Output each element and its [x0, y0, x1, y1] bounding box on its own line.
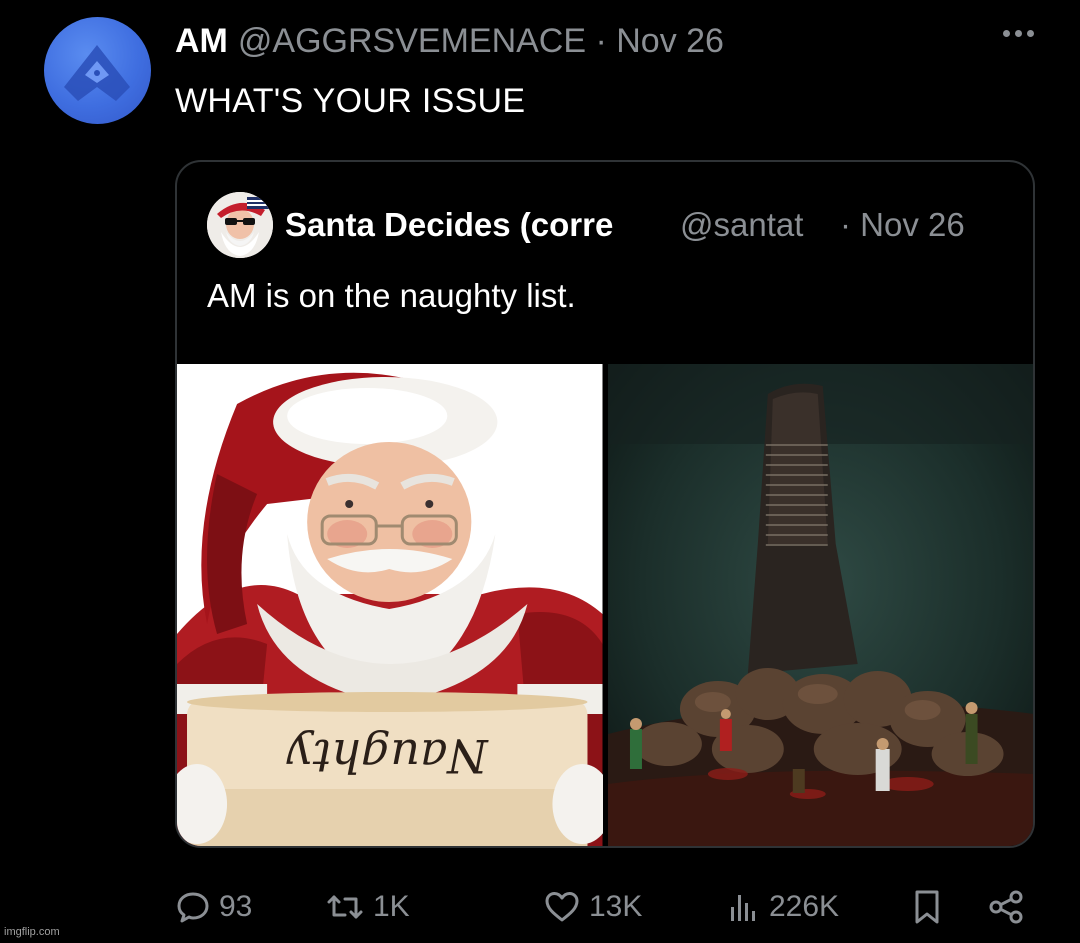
more-options-icon[interactable]: [1003, 30, 1034, 37]
retweet-icon: [327, 895, 363, 919]
views-button[interactable]: 226K: [727, 882, 839, 932]
views-chart-icon: [731, 895, 755, 921]
quoted-tweet-header: Santa Decides (corre @santat · Nov 26: [207, 192, 1007, 258]
imgflip-watermark: imgflip.com: [4, 926, 60, 938]
bookmark-button[interactable]: [911, 882, 943, 932]
quoted-media-grid: Naughty: [177, 364, 1033, 846]
quoted-tweet-text: AM is on the naughty list.: [207, 277, 576, 314]
quoted-author-avatar: [207, 192, 273, 258]
like-count: 13K: [589, 890, 643, 923]
author-handle-date[interactable]: @AGGRSVEMENACE · Nov 26: [238, 22, 724, 61]
quoted-author-handle[interactable]: @santat: [680, 206, 840, 244]
quoted-author-name[interactable]: Santa Decides (corre: [285, 206, 680, 244]
santa-naughty-image[interactable]: Naughty: [177, 364, 603, 846]
heart-icon: [545, 892, 579, 922]
author-avatar[interactable]: [44, 17, 151, 124]
reply-icon: [177, 892, 209, 923]
author-name[interactable]: AM: [175, 22, 228, 61]
quoted-tweet-card[interactable]: Santa Decides (corre @santat · Nov 26 AM…: [175, 160, 1035, 848]
quoted-tweet-date[interactable]: · Nov 26: [840, 206, 965, 244]
retweet-button[interactable]: 1K: [325, 882, 410, 932]
like-button[interactable]: 13K: [543, 882, 642, 932]
views-count: 226K: [769, 890, 840, 923]
monolith-scene-image[interactable]: [607, 364, 1033, 846]
tweet-header: AM @AGGRSVEMENACE · Nov 26: [175, 22, 724, 62]
bookmark-icon: [915, 890, 939, 924]
reply-button[interactable]: 93: [175, 882, 252, 932]
tweet-action-bar: 93 1K 13K 226K: [175, 882, 1035, 932]
tweet-text: WHAT'S YOUR ISSUE: [175, 82, 526, 120]
reply-count: 93: [219, 890, 253, 923]
share-icon: [989, 890, 1023, 924]
share-button[interactable]: [987, 882, 1025, 932]
scroll-naughty-text: Naughty: [286, 729, 489, 783]
retweet-count: 1K: [373, 890, 410, 923]
avatar-logo-icon: [64, 45, 130, 101]
